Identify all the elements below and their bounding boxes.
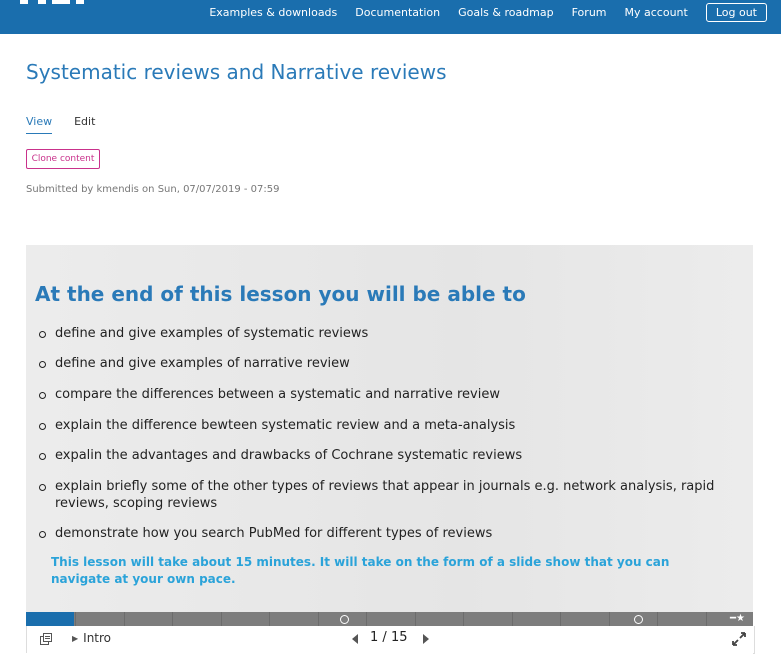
total-slides: 15	[390, 630, 408, 645]
nav-goals-roadmap[interactable]: Goals & roadmap	[458, 6, 554, 19]
main-menu: Examples & downloads Documentation Goals…	[209, 0, 781, 24]
nav-forum[interactable]: Forum	[572, 6, 607, 19]
progress-segment	[269, 612, 270, 626]
progress-segment	[366, 612, 367, 626]
progress-segment	[415, 612, 416, 626]
objective-item: explain briefly some of the other types …	[39, 478, 735, 512]
slide-title-label: Intro	[83, 631, 112, 645]
progress-segment	[706, 612, 707, 626]
objective-item: compare the differences between a system…	[39, 386, 735, 403]
task-marker[interactable]	[634, 615, 643, 624]
slide-panel: At the end of this lesson you will be ab…	[26, 245, 753, 612]
current-slide-title: ▶ Intro	[72, 631, 111, 645]
slide-counter: 1 / 15	[370, 630, 408, 645]
objective-item: define and give examples of narrative re…	[39, 355, 735, 372]
previous-icon[interactable]	[352, 634, 358, 644]
nav-examples-downloads[interactable]: Examples & downloads	[209, 6, 337, 19]
progress-segment	[221, 612, 222, 626]
site-logo[interactable]	[14, 0, 110, 18]
progress-segment	[318, 612, 319, 626]
caret-icon: ▶	[72, 634, 79, 643]
objective-item: explain the difference bewteen systemati…	[39, 417, 735, 434]
page-bottom-edge	[26, 653, 753, 660]
objective-item: demonstrate how you search PubMed for di…	[39, 525, 735, 542]
slide-controls: ▶ Intro 1 / 15	[26, 626, 755, 654]
menu-icon[interactable]	[40, 633, 52, 645]
progress-segment	[463, 612, 464, 626]
clone-content-button[interactable]: Clone content	[26, 149, 100, 169]
logout-button[interactable]: Log out	[705, 2, 767, 22]
progress-segment	[75, 612, 76, 626]
fullscreen-icon[interactable]	[732, 632, 746, 646]
progress-segment	[124, 612, 125, 626]
submitted-info: Submitted by kmendis on Sun, 07/07/2019 …	[26, 184, 280, 195]
nav-documentation[interactable]: Documentation	[355, 6, 440, 19]
progress-segment	[512, 612, 513, 626]
nav-my-account[interactable]: My account	[625, 6, 688, 19]
progress-segment	[609, 612, 610, 626]
progress-fill	[26, 612, 75, 626]
counter-separator: /	[382, 630, 387, 645]
slide-heading: At the end of this lesson you will be ab…	[35, 282, 526, 306]
current-slide-number: 1	[370, 630, 379, 645]
tab-view[interactable]: View	[26, 115, 53, 134]
progress-segment	[560, 612, 561, 626]
top-navigation: Examples & downloads Documentation Goals…	[0, 0, 781, 34]
page-title: Systematic reviews and Narrative reviews	[26, 60, 447, 84]
task-marker[interactable]	[340, 615, 349, 624]
star-icon[interactable]: ━★	[730, 613, 745, 625]
progress-segment	[172, 612, 173, 626]
tab-edit[interactable]: Edit	[74, 115, 95, 134]
objective-item: expalin the advantages and drawbacks of …	[39, 447, 735, 464]
content-tabs: View Edit	[26, 115, 117, 134]
lesson-note: This lesson will take about 15 minutes. …	[51, 555, 670, 586]
objective-item: define and give examples of systematic r…	[39, 325, 735, 342]
progress-segment	[657, 612, 658, 626]
slide-progress-bar[interactable]: ━★	[26, 612, 753, 626]
next-icon[interactable]	[423, 634, 429, 644]
